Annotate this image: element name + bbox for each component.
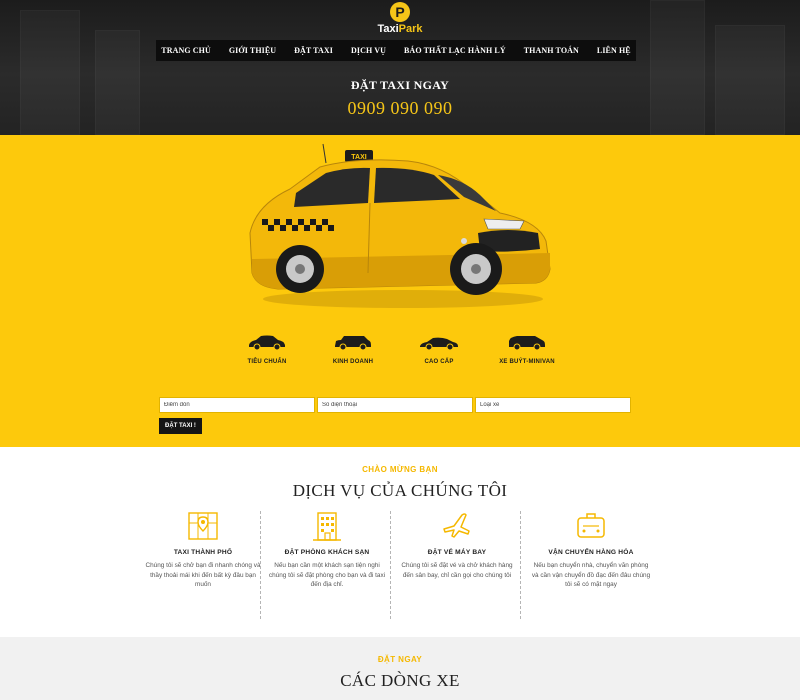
luggage-icon <box>577 513 605 538</box>
hotel-building-icon <box>313 512 341 541</box>
car-type-business[interactable]: KINH DOANH <box>308 335 398 365</box>
main-nav: TRANG CHỦ GIỚI THIỆU ĐẶT TAXI DỊCH VỤ BÁ… <box>156 40 636 61</box>
taxi-car-image: TAXI <box>238 141 558 311</box>
service-description: Nếu bạn chuyển nhà, chuyển văn phòng và … <box>531 562 651 588</box>
suv-icon <box>335 336 371 351</box>
hero-section: TAXI TIÊU CHUẨN KINH DOANH CAO CẤP XE BU… <box>0 135 800 447</box>
nav-lost-luggage[interactable]: BÁO THẤT LẠC HÀNH LÝ <box>395 46 515 55</box>
car-type-input[interactable] <box>475 397 631 413</box>
car-types: TIÊU CHUẨN KINH DOANH CAO CẤP XE BUÝT-MI… <box>0 335 800 375</box>
service-title: ĐẶT VÉ MÁY BAY <box>427 549 487 556</box>
divider <box>520 511 521 619</box>
luxury-car-icon <box>420 337 458 351</box>
phone-input[interactable] <box>317 397 473 413</box>
service-title: TAXI THÀNH PHỐ <box>173 549 233 556</box>
service-hotel-booking: ĐẶT PHÒNG KHÁCH SẠN Nếu bạn cần một khác… <box>262 509 392 590</box>
nav-home[interactable]: TRANG CHỦ <box>152 46 220 55</box>
nav-about[interactable]: GIỚI THIỆU <box>220 46 285 55</box>
car-type-standard[interactable]: TIÊU CHUẨN <box>222 335 312 365</box>
fleet-kicker: ĐẶT NGAY <box>377 655 423 664</box>
car-type-label: CAO CẤP <box>424 359 454 365</box>
car-type-minivan[interactable]: XE BUÝT-MINIVAN <box>482 335 572 365</box>
car-type-label: TIÊU CHUẨN <box>247 359 287 365</box>
minivan-icon <box>509 336 545 351</box>
service-city-taxi: TAXI THÀNH PHỐ Chúng tôi sẽ chở bạn đi n… <box>138 509 268 590</box>
nav-book-taxi[interactable]: ĐẶT TAXI <box>285 46 342 55</box>
services-kicker: CHÀO MỪNG BẠN <box>362 465 438 474</box>
logo-icon: P <box>390 2 410 22</box>
fleet-title: CÁC DÒNG XE <box>340 671 460 690</box>
book-taxi-button[interactable]: ĐẶT TAXI ! <box>159 418 202 434</box>
divider <box>260 511 261 619</box>
cta-title: ĐẶT TAXI NGAY <box>350 78 450 92</box>
fleet-section: ĐẶT NGAY CÁC DÒNG XE <box>0 637 800 700</box>
service-cargo-transport: VẬN CHUYỂN HÀNG HÓA Nếu bạn chuyển nhà, … <box>526 509 656 590</box>
pickup-input[interactable] <box>159 397 315 413</box>
nav-services[interactable]: DỊCH VỤ <box>342 46 395 55</box>
service-description: Nếu bạn cần một khách sạn tiện nghi chún… <box>268 562 386 588</box>
services-title: DỊCH VỤ CỦA CHÚNG TÔI <box>292 481 508 500</box>
cta-phone[interactable]: 0909 090 090 <box>0 98 800 119</box>
car-type-label: XE BUÝT-MINIVAN <box>499 359 555 365</box>
service-flight-booking: ĐẶT VÉ MÁY BAY Chúng tôi sẽ đặt vé và ch… <box>392 509 522 580</box>
site-logo[interactable]: P TaxiPark <box>369 2 431 36</box>
service-description: Chúng tôi sẽ đặt vé và chở khách hàng đế… <box>401 562 513 579</box>
booking-form <box>159 397 631 413</box>
services-section: CHÀO MỪNG BẠN DỊCH VỤ CỦA CHÚNG TÔI TAXI… <box>0 447 800 637</box>
logo-text-part2: Park <box>398 23 423 35</box>
nav-contact[interactable]: LIÊN HỆ <box>588 46 640 55</box>
service-title: ĐẶT PHÒNG KHÁCH SẠN <box>284 549 370 556</box>
sedan-icon <box>249 335 285 351</box>
car-type-luxury[interactable]: CAO CẤP <box>394 335 484 365</box>
divider <box>390 511 391 619</box>
logo-text: TaxiPark <box>369 23 431 35</box>
city-map-icon <box>188 512 218 540</box>
car-type-label: KINH DOANH <box>332 359 374 365</box>
logo-text-part1: Taxi <box>377 23 399 35</box>
service-title: VẬN CHUYỂN HÀNG HÓA <box>548 549 634 556</box>
taxi-car-illustration: TAXI <box>249 143 551 308</box>
service-description: Chúng tôi sẽ chở bạn đi nhanh chóng và t… <box>145 562 261 588</box>
airplane-icon <box>443 513 470 538</box>
site-header: P TaxiPark TRANG CHỦ GIỚI THIỆU ĐẶT TAXI… <box>0 0 800 135</box>
nav-payment[interactable]: THANH TOÁN <box>515 46 588 55</box>
